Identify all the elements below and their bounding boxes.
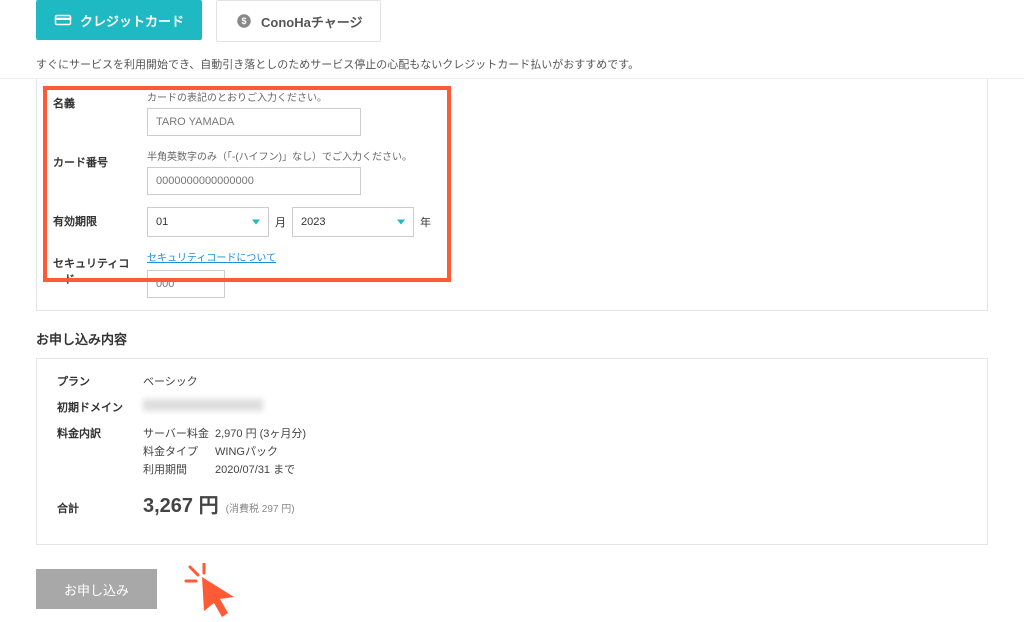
card-name-label: 名義 (53, 89, 139, 111)
expiry-month-select[interactable]: 01 (147, 207, 269, 237)
card-name-hint: カードの表記のとおりご入力ください。 (147, 89, 361, 104)
order-section-title: お申し込み内容 (36, 329, 988, 348)
row-card-cvc: セキュリティコード セキュリティコードについて (37, 239, 987, 310)
breakdown-values: サーバー料金2,970 円 (3ヶ月分) 料金タイプWINGパック 利用期間20… (143, 425, 306, 479)
card-cvc-label: セキュリティコード (53, 249, 139, 287)
card-expiry-label: 有効期限 (53, 207, 139, 229)
card-number-label: カード番号 (53, 148, 139, 170)
row-card-name: 名義 カードの表記のとおりご入力ください。 (37, 79, 987, 138)
svg-text:$: $ (242, 16, 247, 26)
plan-value: ベーシック (143, 373, 198, 389)
order-summary: プラン ベーシック 初期ドメイン 料金内訳 サーバー料金2,970 円 (3ヶ月… (36, 358, 988, 545)
year-unit: 年 (414, 214, 437, 230)
payment-tabs: クレジットカード $ ConoHaチャージ (0, 0, 1024, 42)
card-number-input[interactable] (147, 167, 361, 195)
card-name-input[interactable] (147, 108, 361, 136)
total-value: 3,267 円 (消費税 297 円) (143, 489, 295, 518)
row-card-expiry: 有効期限 01 月 2023 年 (37, 197, 987, 239)
cursor-arrow-icon (184, 563, 244, 622)
domain-label: 初期ドメイン (57, 399, 143, 415)
submit-button[interactable]: お申し込み (36, 569, 157, 609)
credit-card-icon (54, 11, 72, 29)
card-form-panel: 名義 カードの表記のとおりご入力ください。 カード番号 半角英数字のみ（「-(ハ… (36, 79, 988, 311)
card-number-hint: 半角英数字のみ（「-(ハイフン)」なし）でご入力ください。 (147, 148, 412, 163)
payment-description: すぐにサービスを利用開始でき、自動引き落としのためサービス停止の心配もないクレジ… (0, 42, 1024, 79)
month-unit: 月 (269, 214, 292, 230)
dollar-icon: $ (235, 12, 253, 30)
total-label: 合計 (57, 500, 143, 516)
expiry-year-select[interactable]: 2023 (292, 207, 414, 237)
tab-credit-card[interactable]: クレジットカード (36, 0, 202, 40)
domain-value (143, 399, 263, 414)
tab-label: クレジットカード (80, 11, 184, 30)
tab-label: ConoHaチャージ (261, 12, 362, 31)
tab-conoha-charge[interactable]: $ ConoHaチャージ (216, 0, 381, 42)
card-cvc-input[interactable] (147, 270, 225, 298)
plan-label: プラン (57, 373, 143, 389)
breakdown-label: 料金内訳 (57, 425, 143, 441)
row-card-number: カード番号 半角英数字のみ（「-(ハイフン)」なし）でご入力ください。 (37, 138, 987, 197)
cvc-info-link[interactable]: セキュリティコードについて (147, 253, 276, 264)
